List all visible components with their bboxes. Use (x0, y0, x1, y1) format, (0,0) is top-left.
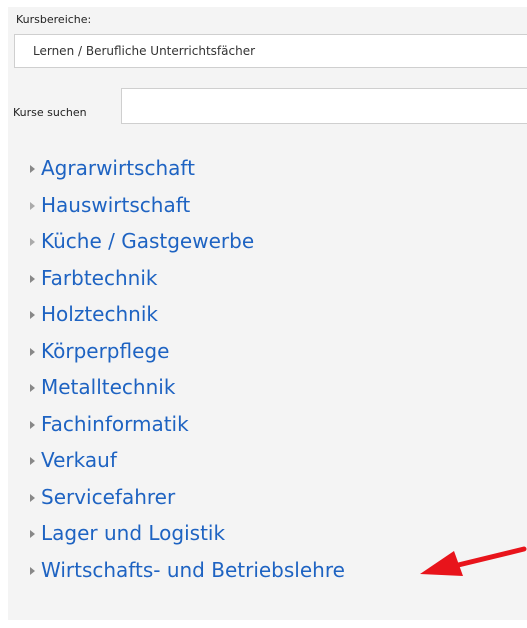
category-link[interactable]: Metalltechnik (41, 375, 175, 399)
category-item[interactable]: Holztechnik (30, 296, 345, 333)
category-select[interactable]: Lernen / Berufliche Unterrichtsfächer (14, 34, 527, 68)
category-item[interactable]: Lager und Logistik (30, 515, 345, 552)
category-link[interactable]: Holztechnik (41, 302, 158, 326)
triangle-right-icon[interactable] (30, 201, 35, 210)
category-item[interactable]: Körperpflege (30, 333, 345, 370)
category-item[interactable]: Küche / Gastgewerbe (30, 223, 345, 260)
triangle-right-icon[interactable] (30, 493, 35, 502)
category-filter-label: Kursbereiche: (16, 13, 92, 26)
triangle-right-icon[interactable] (30, 165, 35, 174)
category-link[interactable]: Servicefahrer (41, 485, 175, 509)
triangle-right-icon[interactable] (30, 384, 35, 393)
category-link[interactable]: Körperpflege (41, 339, 169, 363)
category-link[interactable]: Farbtechnik (41, 266, 157, 290)
category-item[interactable]: Hauswirtschaft (30, 187, 345, 224)
category-item[interactable]: Servicefahrer (30, 479, 345, 516)
triangle-right-icon[interactable] (30, 420, 35, 429)
category-list: Agrarwirtschaft Hauswirtschaft Küche / G… (30, 150, 345, 588)
category-item[interactable]: Farbtechnik (30, 260, 345, 297)
triangle-right-icon[interactable] (30, 274, 35, 283)
category-link[interactable]: Küche / Gastgewerbe (41, 229, 254, 253)
triangle-right-icon[interactable] (30, 238, 35, 247)
category-link-highlighted[interactable]: Wirtschafts- und Betriebslehre (41, 558, 345, 582)
triangle-right-icon[interactable] (30, 530, 35, 539)
category-link[interactable]: Verkauf (41, 448, 117, 472)
triangle-right-icon[interactable] (30, 566, 35, 575)
triangle-right-icon[interactable] (30, 457, 35, 466)
category-link[interactable]: Hauswirtschaft (41, 193, 190, 217)
course-search-input[interactable] (121, 88, 527, 124)
category-link[interactable]: Lager und Logistik (41, 521, 225, 545)
course-search-label: Kurse suchen (13, 106, 87, 119)
category-item[interactable]: Agrarwirtschaft (30, 150, 345, 187)
triangle-right-icon[interactable] (30, 311, 35, 320)
category-link[interactable]: Agrarwirtschaft (41, 156, 195, 180)
triangle-right-icon[interactable] (30, 347, 35, 356)
category-item[interactable]: Wirtschafts- und Betriebslehre (30, 552, 345, 589)
category-item[interactable]: Metalltechnik (30, 369, 345, 406)
category-item[interactable]: Fachinformatik (30, 406, 345, 443)
red-arrow-icon (420, 546, 527, 576)
category-link[interactable]: Fachinformatik (41, 412, 189, 436)
category-item[interactable]: Verkauf (30, 442, 345, 479)
